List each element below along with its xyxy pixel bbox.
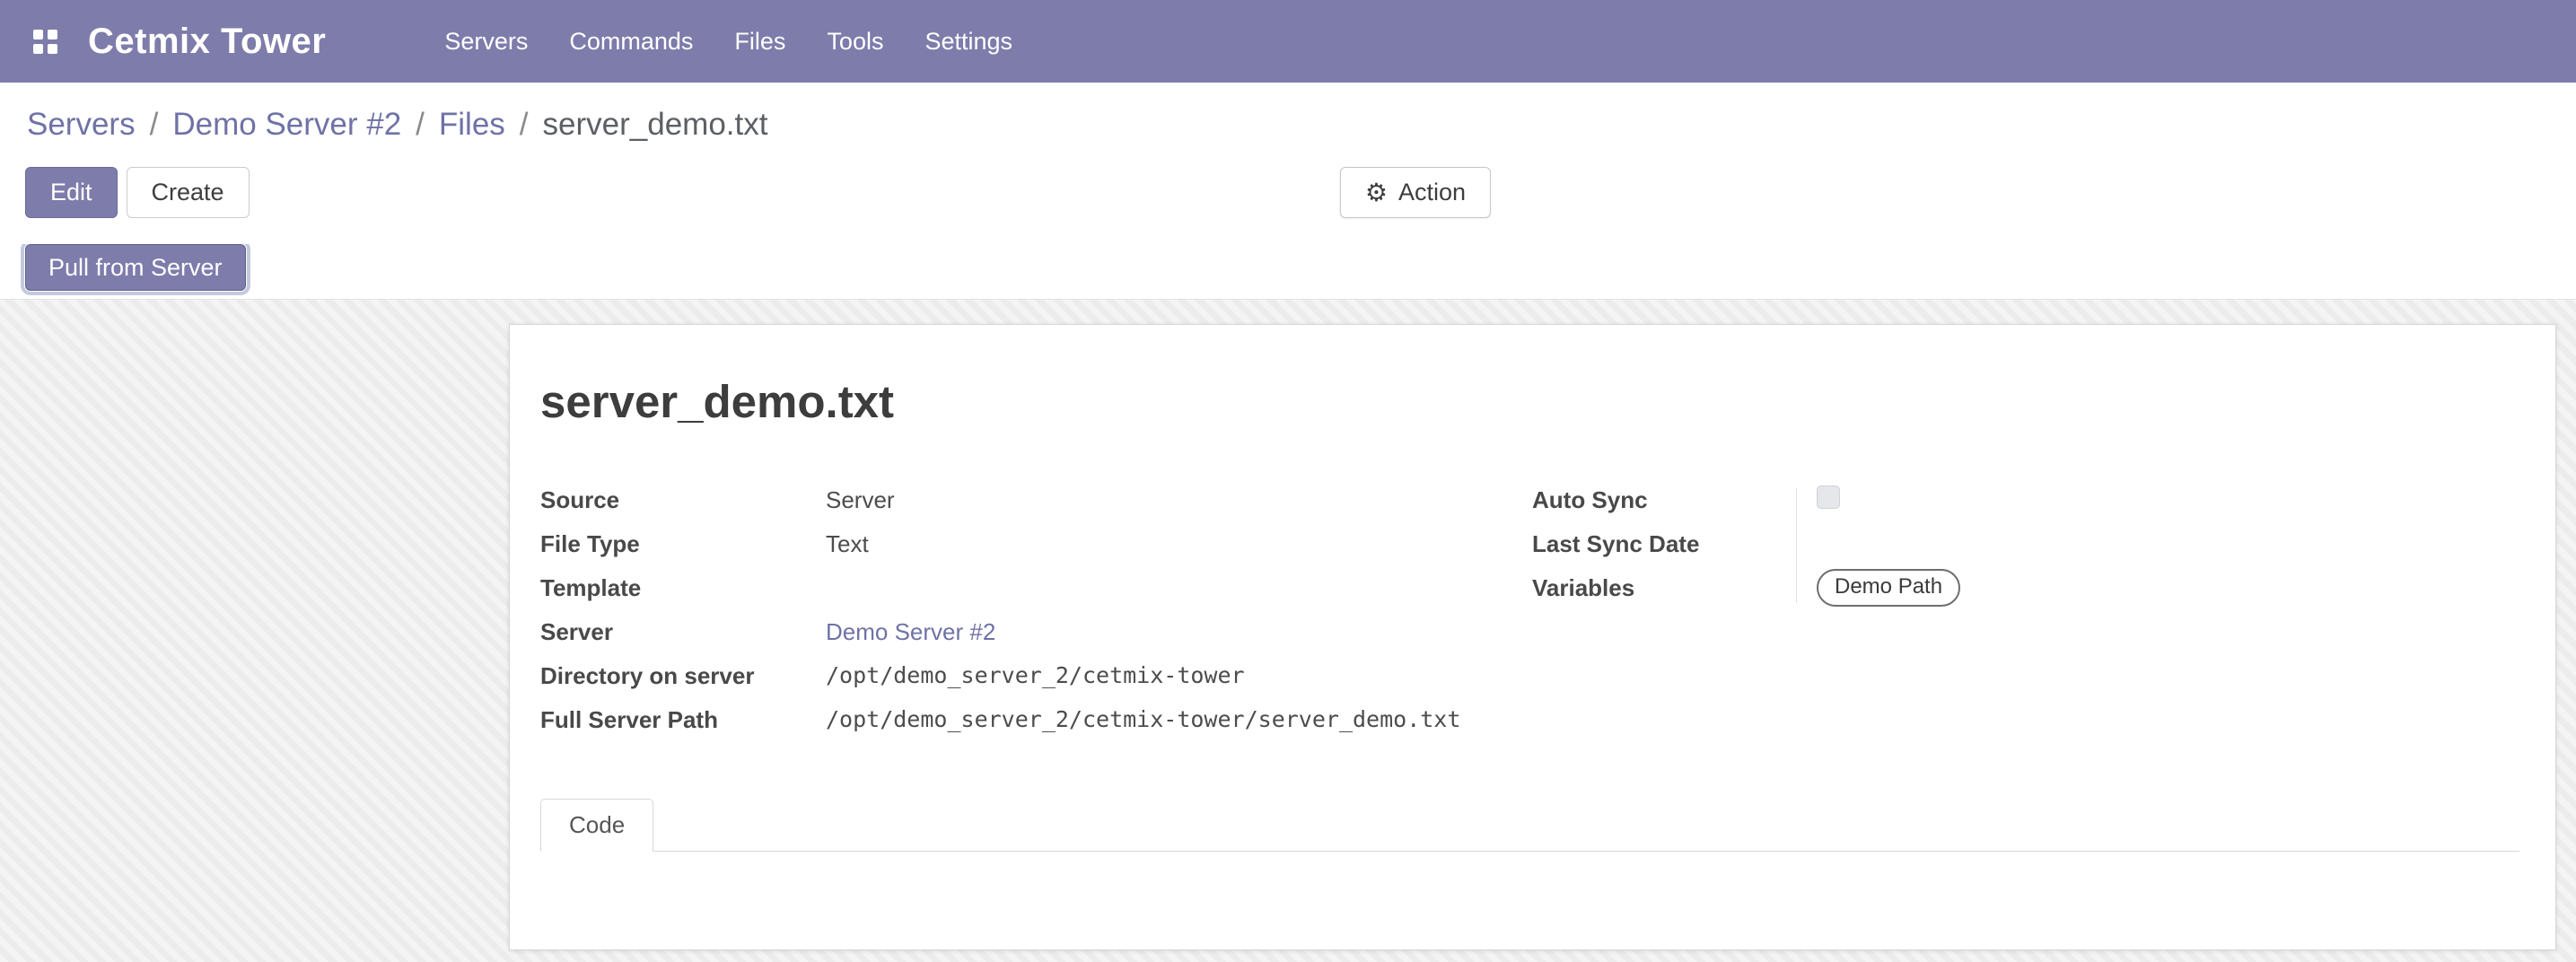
breadcrumb-separator: / — [520, 107, 529, 143]
variable-tag-demo-path: Demo Path — [1817, 569, 1960, 607]
field-group-left: Source Server File Type Text Template Se… — [540, 477, 1532, 741]
header-buttons-row: Pull from Server — [0, 244, 2576, 299]
field-label-template: Template — [540, 574, 826, 601]
field-row-file-type: File Type Text — [540, 521, 1532, 565]
breadcrumb-separator: / — [416, 107, 425, 143]
breadcrumb-link-servers[interactable]: Servers — [27, 107, 136, 143]
field-value-auto-sync — [1817, 485, 1840, 514]
field-group-right: Auto Sync Last Sync Date Variables Demo … — [1532, 477, 2519, 609]
action-button-label: Action — [1398, 179, 1466, 206]
pull-from-server-button[interactable]: Pull from Server — [25, 244, 246, 291]
field-row-source: Source Server — [540, 477, 1532, 521]
top-navbar: Cetmix Tower Servers Commands Files Tool… — [0, 0, 2576, 83]
breadcrumb-link-files[interactable]: Files — [439, 107, 505, 143]
auto-sync-checkbox[interactable] — [1817, 485, 1840, 509]
field-row-full-path: Full Server Path /opt/demo_server_2/cetm… — [540, 697, 1532, 741]
menu-item-tools[interactable]: Tools — [809, 13, 901, 70]
field-value-directory: /opt/demo_server_2/cetmix-tower — [826, 662, 1245, 689]
field-label-directory: Directory on server — [540, 662, 826, 689]
field-row-auto-sync: Auto Sync — [1532, 477, 2519, 521]
create-button[interactable]: Create — [127, 167, 250, 218]
tab-code[interactable]: Code — [540, 799, 653, 852]
field-value-variables: Demo Path — [1817, 569, 1960, 607]
breadcrumb-link-demo-server[interactable]: Demo Server #2 — [172, 107, 401, 143]
brand-title[interactable]: Cetmix Tower — [88, 22, 326, 62]
field-label-variables: Variables — [1532, 574, 1817, 601]
breadcrumb: Servers / Demo Server #2 / Files / serve… — [0, 83, 2576, 167]
field-label-auto-sync: Auto Sync — [1532, 486, 1817, 513]
record-title: server_demo.txt — [540, 377, 2519, 427]
field-row-variables: Variables Demo Path — [1532, 565, 2519, 609]
field-groups: Source Server File Type Text Template Se… — [540, 477, 2519, 741]
apps-grid-icon — [33, 30, 57, 54]
field-value-full-path: /opt/demo_server_2/cetmix-tower/server_d… — [826, 706, 1460, 733]
menu-item-commands[interactable]: Commands — [551, 13, 711, 70]
field-value-source: Server — [826, 486, 895, 513]
field-label-server: Server — [540, 618, 826, 645]
field-row-template: Template — [540, 565, 1532, 609]
form-sheet: server_demo.txt Source Server File Type … — [509, 324, 2556, 950]
field-label-full-path: Full Server Path — [540, 706, 826, 733]
field-label-file-type: File Type — [540, 530, 826, 557]
content-background: server_demo.txt Source Server File Type … — [0, 299, 2576, 962]
field-value-server-link[interactable]: Demo Server #2 — [826, 618, 995, 645]
menu-item-files[interactable]: Files — [716, 13, 803, 70]
field-row-server: Server Demo Server #2 — [540, 609, 1532, 653]
notebook-tabbar: Code — [540, 799, 2519, 852]
menu-item-settings[interactable]: Settings — [907, 13, 1030, 70]
field-label-source: Source — [540, 486, 826, 513]
field-row-directory: Directory on server /opt/demo_server_2/c… — [540, 653, 1532, 697]
control-panel: Edit Create ⚙ Action — [0, 167, 2576, 244]
field-label-last-sync-date: Last Sync Date — [1532, 530, 1817, 557]
main-menu: Servers Commands Files Tools Settings — [426, 13, 1030, 70]
apps-menu-button[interactable] — [27, 23, 63, 59]
breadcrumb-current: server_demo.txt — [543, 107, 768, 143]
field-value-file-type: Text — [826, 530, 869, 557]
gear-icon: ⚙ — [1365, 180, 1388, 206]
edit-button[interactable]: Edit — [25, 167, 118, 218]
field-row-last-sync-date: Last Sync Date — [1532, 521, 2519, 565]
breadcrumb-separator: / — [150, 107, 159, 143]
menu-item-servers[interactable]: Servers — [426, 13, 546, 70]
action-button[interactable]: ⚙ Action — [1340, 167, 1491, 218]
